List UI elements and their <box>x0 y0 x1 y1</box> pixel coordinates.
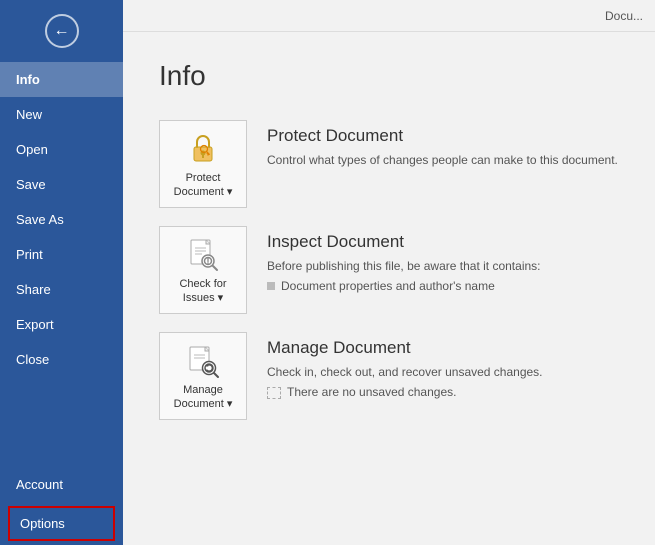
manage-document-content: Manage Document Check in, check out, and… <box>267 332 619 401</box>
protect-document-card: ProtectDocument ▾ Protect Document Contr… <box>159 120 619 208</box>
list-item-text: There are no unsaved changes. <box>287 385 456 399</box>
sidebar-nav: Info New Open Save Save As Print Share E… <box>0 62 123 545</box>
dotted-box-icon <box>267 387 281 399</box>
list-item-text: Document properties and author's name <box>281 279 495 293</box>
check-issues-icon <box>184 235 222 273</box>
manage-document-list: There are no unsaved changes. <box>267 385 619 399</box>
list-item: Document properties and author's name <box>267 279 619 293</box>
manage-document-title: Manage Document <box>267 338 619 358</box>
check-issues-button[interactable]: Check forIssues ▾ <box>159 226 247 314</box>
sidebar-item-share[interactable]: Share <box>0 272 123 307</box>
protect-document-button[interactable]: ProtectDocument ▾ <box>159 120 247 208</box>
sidebar-item-info[interactable]: Info <box>0 62 123 97</box>
sidebar-item-save-as[interactable]: Save As <box>0 202 123 237</box>
inspect-document-card: Check forIssues ▾ Inspect Document Befor… <box>159 226 619 314</box>
sidebar: ← Info New Open Save Save As Print Share… <box>0 0 123 545</box>
manage-document-desc: Check in, check out, and recover unsaved… <box>267 363 619 381</box>
protect-document-icon <box>184 129 222 167</box>
protect-document-title: Protect Document <box>267 126 619 146</box>
protect-document-content: Protect Document Control what types of c… <box>267 120 619 169</box>
inspect-document-title: Inspect Document <box>267 232 619 252</box>
manage-document-card: ManageDocument ▾ Manage Document Check i… <box>159 332 619 420</box>
content-area: Info <box>123 32 655 545</box>
check-issues-label: Check forIssues ▾ <box>179 277 226 306</box>
inspect-document-desc: Before publishing this file, be aware th… <box>267 257 619 275</box>
sidebar-item-close[interactable]: Close <box>0 342 123 377</box>
inspect-document-content: Inspect Document Before publishing this … <box>267 226 619 295</box>
back-button[interactable]: ← <box>0 0 123 62</box>
main-area: Docu... Info <box>123 0 655 545</box>
manage-document-label: ManageDocument ▾ <box>174 383 233 412</box>
sidebar-item-print[interactable]: Print <box>0 237 123 272</box>
list-item: There are no unsaved changes. <box>267 385 619 399</box>
document-title: Docu... <box>605 9 643 23</box>
inspect-document-list: Document properties and author's name <box>267 279 619 293</box>
top-bar: Docu... <box>123 0 655 32</box>
manage-document-icon <box>184 341 222 379</box>
sidebar-item-export[interactable]: Export <box>0 307 123 342</box>
back-circle-icon[interactable]: ← <box>45 14 79 48</box>
sidebar-bottom: Account Options <box>0 467 123 545</box>
protect-document-label: ProtectDocument ▾ <box>174 171 233 200</box>
sidebar-item-open[interactable]: Open <box>0 132 123 167</box>
sidebar-item-save[interactable]: Save <box>0 167 123 202</box>
page-title: Info <box>159 60 619 92</box>
protect-document-desc: Control what types of changes people can… <box>267 151 619 169</box>
sidebar-item-options[interactable]: Options <box>8 506 115 541</box>
manage-document-button[interactable]: ManageDocument ▾ <box>159 332 247 420</box>
bullet-icon <box>267 282 275 290</box>
sidebar-item-account[interactable]: Account <box>0 467 123 502</box>
sidebar-item-new[interactable]: New <box>0 97 123 132</box>
